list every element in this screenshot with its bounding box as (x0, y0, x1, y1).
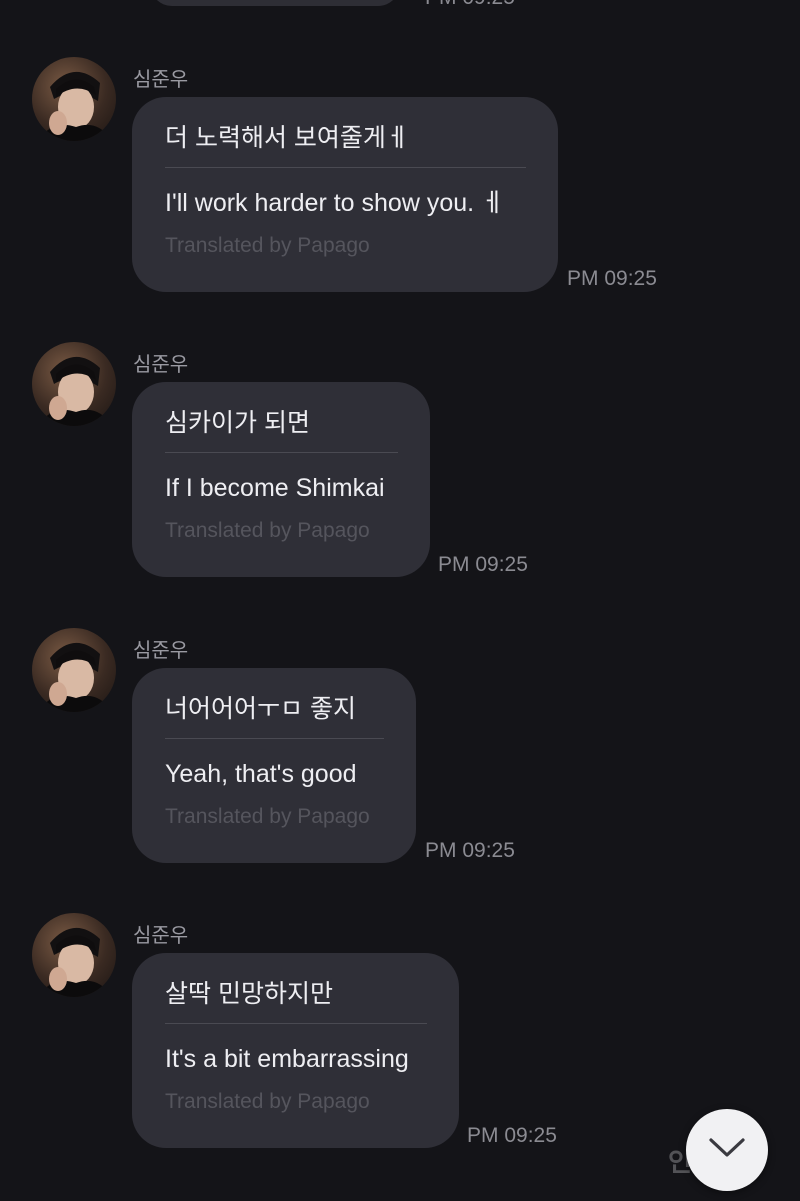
original-text: 더 노력해서 보여줄게ㅔ (165, 124, 409, 152)
message-time: PM 09:25 (467, 1124, 557, 1147)
original-text: 너어어어ㅜㅁ 좋지 (165, 695, 356, 723)
translated-text: It's a bit embarrassing (165, 1045, 409, 1073)
divider (165, 452, 398, 453)
scroll-to-bottom-button[interactable] (686, 1109, 768, 1191)
avatar[interactable] (32, 57, 116, 141)
message-time: PM 09:25 (425, 839, 515, 862)
divider (165, 1023, 427, 1024)
chevron-down-icon (707, 1136, 747, 1165)
avatar[interactable] (32, 628, 116, 712)
divider (165, 738, 384, 739)
original-text: 심카이가 되면 (165, 409, 310, 437)
translated-text: Yeah, that's good (165, 760, 357, 788)
previous-message-bubble[interactable] (150, 0, 400, 6)
sender-name: 심준우 (133, 925, 189, 947)
message-bubble[interactable]: 너어어어ㅜㅁ 좋지 Yeah, that's good Translated b… (132, 668, 416, 863)
sender-name: 심준우 (133, 640, 189, 662)
translation-credit: Translated by Papago (165, 1090, 370, 1113)
previous-message-time: PM 09:25 (425, 0, 515, 10)
translated-text: I'll work harder to show you. ㅔ (165, 189, 505, 217)
original-text: 살딱 민망하지만 (165, 980, 333, 1008)
translation-credit: Translated by Papago (165, 234, 370, 257)
message-time: PM 09:25 (438, 553, 528, 576)
translation-credit: Translated by Papago (165, 519, 370, 542)
message-bubble[interactable]: 살딱 민망하지만 It's a bit embarrassing Transla… (132, 953, 459, 1148)
sender-name: 심준우 (133, 354, 189, 376)
avatar[interactable] (32, 913, 116, 997)
message-bubble[interactable]: 심카이가 되면 If I become Shimkai Translated b… (132, 382, 430, 577)
message-time: PM 09:25 (567, 267, 657, 290)
translation-credit: Translated by Papago (165, 805, 370, 828)
avatar[interactable] (32, 342, 116, 426)
message-bubble[interactable]: 더 노력해서 보여줄게ㅔ I'll work harder to show yo… (132, 97, 558, 292)
sender-name: 심준우 (133, 69, 189, 91)
translated-text: If I become Shimkai (165, 474, 385, 502)
divider (165, 167, 526, 168)
